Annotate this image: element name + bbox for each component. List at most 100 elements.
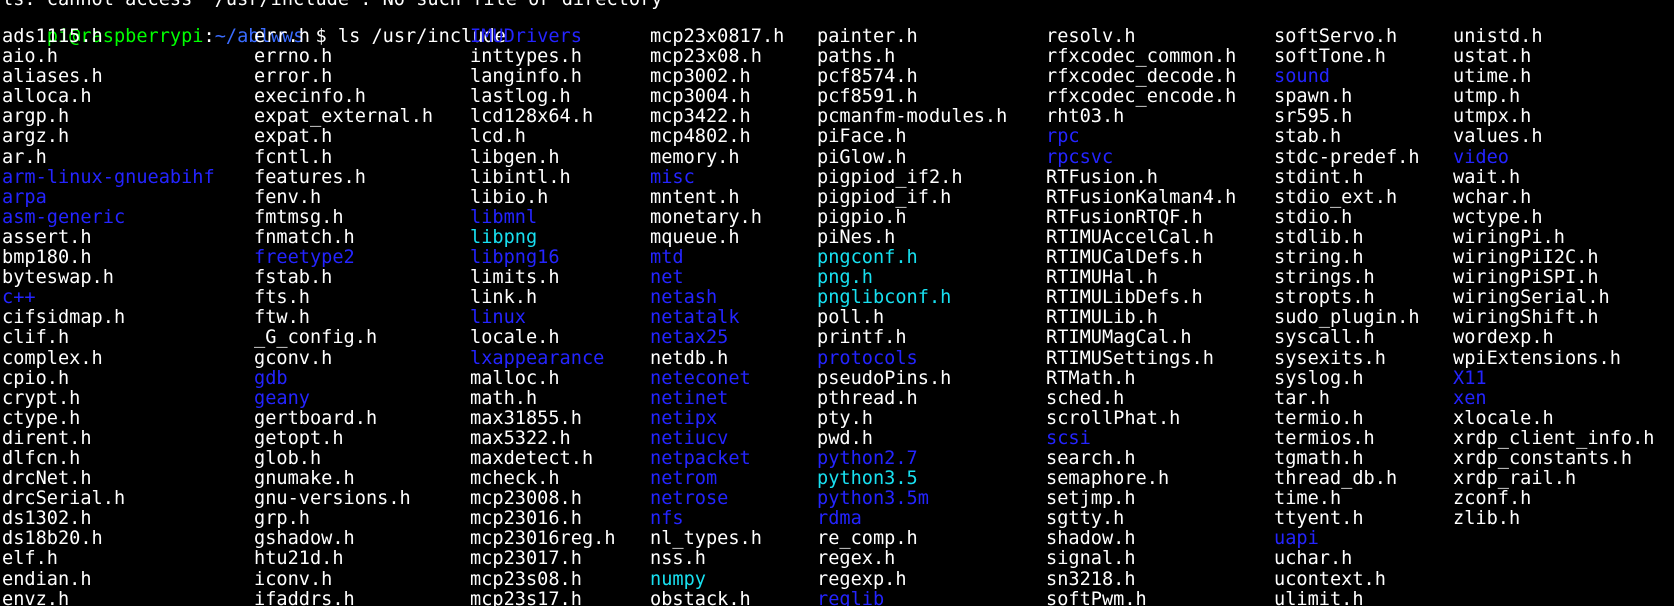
file-entry: argp.h: [2, 106, 70, 128]
file-entry: gshadow.h: [254, 528, 355, 550]
directory-entry: nfs: [650, 508, 684, 530]
file-entry: inttypes.h: [470, 46, 582, 68]
directory-entry: netax25: [650, 327, 729, 349]
file-entry: xrdp_client_info.h: [1453, 427, 1655, 449]
directory-entry: lxappearance: [470, 347, 605, 369]
directory-entry: rpcsvc: [1046, 146, 1114, 168]
file-entry: rht03.h: [1046, 106, 1125, 128]
ls-column-7: softServo.h softTone.h sound spawn.h sr595.h…: [1274, 26, 1420, 606]
file-entry: gertboard.h: [254, 407, 378, 429]
file-entry: cifsidmap.h: [2, 307, 126, 329]
directory-entry: netatalk: [650, 307, 740, 329]
file-entry: aio.h: [2, 46, 58, 68]
file-entry: fts.h: [254, 287, 310, 309]
file-entry: clif.h: [2, 327, 70, 349]
directory-entry: libmnl: [470, 206, 538, 228]
file-entry: piFace.h: [817, 126, 907, 148]
symlink-entry: libpng: [470, 226, 538, 248]
file-entry: getopt.h: [254, 427, 344, 449]
file-entry: mcp23x0817.h: [650, 26, 785, 47]
file-entry: mcheck.h: [470, 468, 560, 490]
file-entry: softServo.h: [1274, 26, 1398, 47]
directory-entry: protocols: [817, 347, 918, 369]
file-entry: maxdetect.h: [470, 447, 594, 469]
file-entry: RTIMULib.h: [1046, 307, 1158, 329]
directory-entry: IMUDrivers: [470, 26, 582, 47]
directory-entry: geany: [254, 387, 310, 409]
file-entry: regexp.h: [817, 568, 907, 590]
file-entry: strings.h: [1274, 267, 1375, 289]
file-entry: grp.h: [254, 508, 310, 530]
file-entry: rfxcodec_decode.h: [1046, 66, 1237, 88]
file-entry: pigpiod_if2.h: [817, 166, 963, 188]
file-entry: scrollPhat.h: [1046, 407, 1181, 429]
directory-entry: netinet: [650, 387, 729, 409]
file-entry: drcSerial.h: [2, 488, 126, 510]
directory-entry: misc: [650, 166, 695, 188]
file-entry: softPwm.h: [1046, 588, 1147, 606]
file-entry: expat.h: [254, 126, 333, 148]
file-entry: zlib.h: [1453, 508, 1521, 530]
file-entry: RTIMUCalDefs.h: [1046, 247, 1203, 269]
file-entry: poll.h: [817, 307, 885, 329]
file-entry: RTIMULibDefs.h: [1046, 287, 1203, 309]
directory-entry: sound: [1274, 66, 1330, 88]
file-entry: sched.h: [1046, 387, 1125, 409]
file-entry: stdc-predef.h: [1274, 146, 1420, 168]
file-entry: nl_types.h: [650, 528, 762, 550]
ls-column-4: mcp23x0817.h mcp23x08.h mcp3002.h mcp3004.h…: [650, 26, 785, 606]
file-entry: wiringPiI2C.h: [1453, 247, 1599, 269]
file-entry: wait.h: [1453, 166, 1521, 188]
file-entry: wpiExtensions.h: [1453, 347, 1621, 369]
file-entry: ds18b20.h: [2, 528, 103, 550]
file-entry: complex.h: [2, 347, 103, 369]
file-entry: fstab.h: [254, 267, 333, 289]
file-entry: malloc.h: [470, 367, 560, 389]
file-entry: libio.h: [470, 186, 549, 208]
file-entry: endian.h: [2, 568, 92, 590]
file-entry: aliases.h: [2, 66, 103, 88]
terminal-window[interactable]: ls: cannot access '/usr/include': No suc…: [0, 0, 1674, 606]
file-entry: byteswap.h: [2, 267, 114, 289]
file-entry: mcp23008.h: [470, 488, 582, 510]
file-entry: zconf.h: [1453, 488, 1532, 510]
file-entry: cpio.h: [2, 367, 70, 389]
directory-entry: netash: [650, 287, 718, 309]
file-entry: error.h: [254, 66, 333, 88]
file-entry: sn3218.h: [1046, 568, 1136, 590]
file-entry: ttyent.h: [1274, 508, 1364, 530]
file-entry: mcp23s17.h: [470, 588, 582, 606]
file-entry: htu21d.h: [254, 548, 344, 570]
file-entry: unistd.h: [1453, 26, 1543, 47]
file-entry: pigpiod_if.h: [817, 186, 952, 208]
file-entry: mcp3002.h: [650, 66, 751, 88]
file-entry: ar.h: [2, 146, 47, 168]
file-entry: lcd.h: [470, 126, 526, 148]
file-entry: fnmatch.h: [254, 226, 355, 248]
file-entry: limits.h: [470, 267, 560, 289]
file-entry: stdio.h: [1274, 206, 1353, 228]
file-entry: lastlog.h: [470, 86, 571, 108]
ls-column-5: painter.h paths.h pcf8574.h pcf8591.h pcmanf…: [817, 26, 1007, 606]
file-entry: rfxcodec_common.h: [1046, 46, 1237, 68]
file-entry: RTIMUSettings.h: [1046, 347, 1214, 369]
file-entry: signal.h: [1046, 548, 1136, 570]
directory-entry: gdb: [254, 367, 288, 389]
file-entry: utmpx.h: [1453, 106, 1532, 128]
file-entry: mcp4802.h: [650, 126, 751, 148]
file-entry: pwd.h: [817, 427, 873, 449]
file-entry: uchar.h: [1274, 548, 1353, 570]
directory-entry: asm-generic: [2, 206, 126, 228]
file-entry: locale.h: [470, 327, 560, 349]
directory-entry: netiucv: [650, 427, 729, 449]
file-entry: mcp3004.h: [650, 86, 751, 108]
file-entry: resolv.h: [1046, 26, 1136, 47]
directory-entry: netpacket: [650, 447, 751, 469]
file-entry: iconv.h: [254, 568, 333, 590]
file-entry: softTone.h: [1274, 46, 1386, 68]
file-entry: errno.h: [254, 46, 333, 68]
file-entry: netdb.h: [650, 347, 729, 369]
file-entry: RTFusionRTQF.h: [1046, 206, 1203, 228]
directory-entry: python3.5m: [817, 488, 929, 510]
file-entry: link.h: [470, 287, 538, 309]
